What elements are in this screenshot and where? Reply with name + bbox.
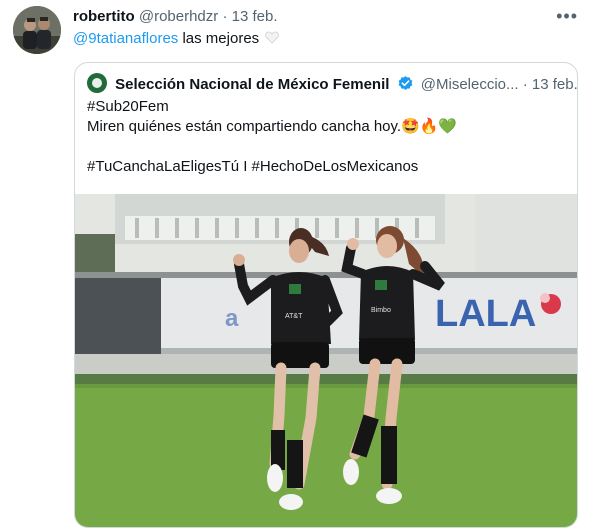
quoted-tweet[interactable]: Selección Nacional de México Femenil @Mi… (74, 62, 578, 528)
more-options-icon[interactable]: ••• (556, 6, 578, 27)
quoted-header: Selección Nacional de México Femenil @Mi… (87, 73, 577, 95)
quoted-separator: · (522, 76, 528, 93)
svg-text:a: a (225, 305, 239, 332)
quoted-text: #Sub20Fem Miren quiénes están compartien… (87, 97, 457, 177)
quoted-date[interactable]: 13 feb. (532, 76, 577, 93)
jersey-text-left: AT&T (285, 313, 303, 320)
author-name[interactable]: robertito (73, 8, 135, 25)
hashtag-sub20fem[interactable]: #Sub20Fem (87, 98, 169, 115)
author-avatar[interactable] (13, 6, 61, 54)
quoted-hashtags[interactable]: #TuCanchaLaEligesTú I #HechoDeLosMexican… (87, 158, 418, 175)
quoted-author-handle[interactable]: @Miseleccio... (421, 76, 519, 93)
tweet-body: las mejores (178, 30, 260, 47)
verified-badge-icon (398, 76, 412, 90)
quoted-line-2: Miren quiénes están compartiendo cancha … (87, 118, 458, 135)
svg-text:Bimbo: Bimbo (371, 307, 391, 314)
quoted-avatar[interactable] (87, 73, 107, 93)
tweet-header: robertito @roberhdzr · 13 feb. (73, 7, 278, 27)
mention-link[interactable]: @9tatianaflores (73, 30, 178, 47)
quoted-author-name[interactable]: Selección Nacional de México Femenil (115, 76, 389, 93)
tweet[interactable]: robertito @roberhdzr · 13 feb. ••• @9tat… (0, 0, 598, 531)
quoted-photo[interactable]: LALA a AT&T Bimbo (75, 194, 577, 527)
lala-banner-text: LALA (435, 293, 536, 335)
header-separator: · (222, 8, 228, 25)
tweet-date[interactable]: 13 feb. (232, 8, 278, 25)
author-handle[interactable]: @roberhdzr (139, 8, 218, 25)
tweet-text: @9tatianaflores las mejores (73, 29, 280, 49)
white-heart-icon (265, 31, 280, 44)
